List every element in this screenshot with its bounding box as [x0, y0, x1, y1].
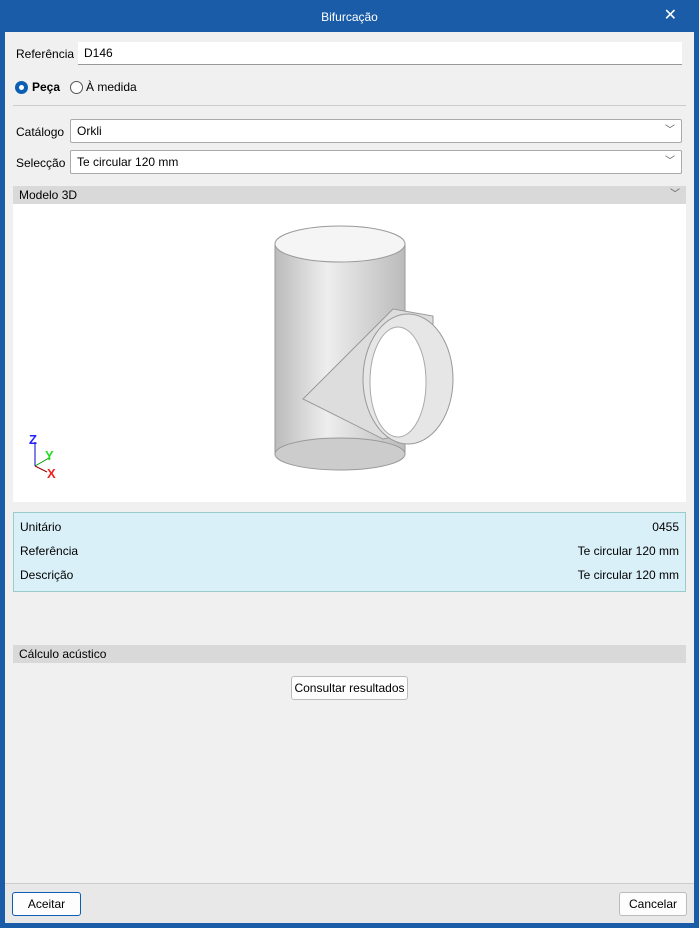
axis-y-label: Y: [45, 448, 54, 463]
divider: [13, 105, 686, 106]
model-3d-header[interactable]: Modelo 3D ﹀: [13, 186, 686, 204]
info-value: Te circular 120 mm: [577, 544, 679, 558]
chevron-down-icon: ﹀: [665, 156, 675, 167]
selection-label: Selecção: [16, 156, 66, 170]
model-3d-title: Modelo 3D: [19, 188, 78, 202]
catalog-value: Orkli: [77, 124, 102, 138]
selection-select[interactable]: Te circular 120 mm ﹀: [70, 150, 682, 174]
selection-value: Te circular 120 mm: [77, 155, 179, 169]
accept-button[interactable]: Aceitar: [12, 892, 81, 916]
radio-custom[interactable]: À medida: [70, 80, 137, 94]
consult-results-button[interactable]: Consultar resultados: [291, 676, 408, 700]
radio-custom-label: À medida: [86, 80, 137, 94]
info-value: Te circular 120 mm: [577, 568, 679, 582]
catalog-label: Catálogo: [16, 125, 65, 139]
catalog-select[interactable]: Orkli ﹀: [70, 119, 682, 143]
radio-piece[interactable]: Peça: [15, 80, 60, 94]
info-label: Descrição: [20, 568, 74, 582]
info-value: 0455: [652, 520, 679, 534]
close-icon[interactable]: ✕: [664, 8, 677, 24]
axis-gizmo: Z Y X: [29, 432, 56, 478]
radio-piece-label: Peça: [32, 80, 61, 94]
tee-fitting-model: [274, 225, 454, 471]
info-row: Referência Te circular 120 mm: [20, 541, 679, 561]
radio-unchecked-icon: [70, 80, 83, 94]
radio-checked-icon: [15, 80, 28, 94]
info-row: Unitário 0455: [20, 517, 679, 537]
title-bar: Bifurcação: [0, 0, 699, 32]
info-row: Descrição Te circular 120 mm: [20, 565, 679, 585]
reference-label: Referência: [16, 47, 75, 61]
info-label: Unitário: [20, 520, 62, 534]
axis-z-label: Z: [29, 432, 37, 447]
cancel-button[interactable]: Cancelar: [619, 892, 687, 916]
axis-x-label: X: [47, 466, 56, 478]
footer: Aceitar Cancelar: [5, 883, 694, 923]
chevron-down-icon: ﹀: [670, 189, 680, 200]
dialog-body: Referência D146 Peça À medida Catálogo O…: [5, 32, 694, 923]
info-panel: Unitário 0455 Referência Te circular 120 m…: [13, 512, 686, 592]
acoustic-title: Cálculo acústico: [19, 647, 107, 661]
window-title: Bifurcação: [321, 10, 378, 24]
reference-input[interactable]: D146: [78, 42, 682, 65]
acoustic-header: Cálculo acústico: [13, 645, 686, 663]
info-label: Referência: [20, 544, 79, 558]
3d-viewer[interactable]: Z Y X: [13, 204, 686, 502]
chevron-down-icon: ﹀: [665, 125, 675, 136]
